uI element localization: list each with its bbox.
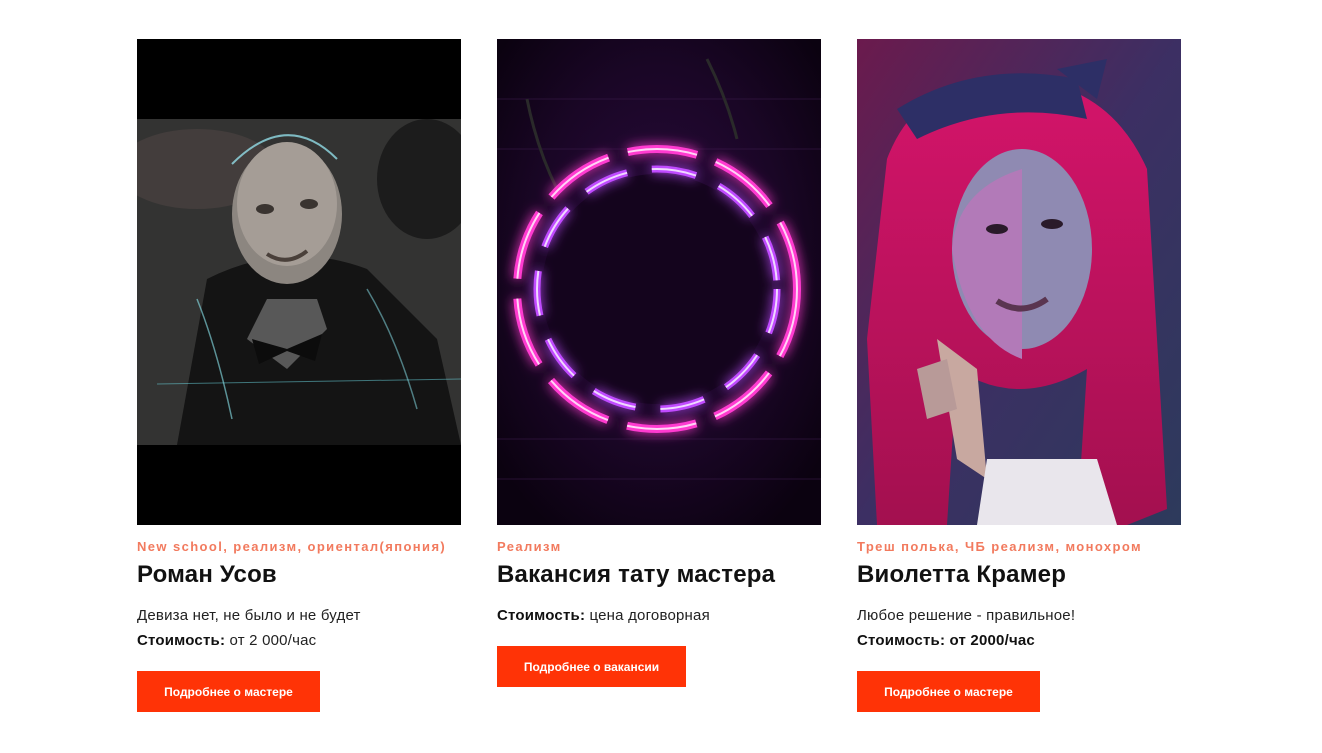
price-value: от 2000/час xyxy=(949,632,1035,649)
master-details-button[interactable]: Подробнее о мастере xyxy=(137,671,320,712)
price-value: от 2 000/час xyxy=(229,632,317,649)
master-motto: Любое решение - правильное! xyxy=(857,607,1076,624)
vacancy-card: Реализм Вакансия тату мастера Стоимость:… xyxy=(497,39,821,687)
portrait-image xyxy=(137,39,461,525)
price-label: Стоимость: xyxy=(497,607,586,624)
master-card: Треш полька, ЧБ реализм, монохром Виолет… xyxy=(857,39,1181,712)
price-label: Стоимость: xyxy=(857,632,946,649)
vacancy-title: Вакансия тату мастера xyxy=(497,561,776,588)
portrait-image xyxy=(857,39,1181,525)
neon-circle-image xyxy=(497,39,821,525)
price-line: Стоимость: от 2000/час xyxy=(857,631,1181,651)
master-card: New school, реализм, ориентал(япония) Ро… xyxy=(137,39,461,712)
master-name: Виолетта Крамер xyxy=(857,561,1067,588)
vacancy-image[interactable] xyxy=(497,39,821,525)
master-photo[interactable] xyxy=(137,39,461,525)
price-line: Стоимость: цена договорная xyxy=(497,606,821,626)
price-value: цена договорная xyxy=(589,607,710,624)
master-photo[interactable] xyxy=(857,39,1181,525)
vacancy-details-button[interactable]: Подробнее о вакансии xyxy=(497,646,686,687)
tattoo-styles: Треш полька, ЧБ реализм, монохром xyxy=(857,539,1143,554)
master-motto: Девиза нет, не было и не будет xyxy=(137,607,361,624)
master-details-button[interactable]: Подробнее о мастере xyxy=(857,671,1040,712)
price-line: Стоимость: от 2 000/час xyxy=(137,631,461,651)
price-label: Стоимость: xyxy=(137,632,226,649)
tattoo-styles: Реализм xyxy=(497,539,562,554)
master-name: Роман Усов xyxy=(137,561,277,588)
tattoo-styles: New school, реализм, ориентал(япония) xyxy=(137,539,447,554)
